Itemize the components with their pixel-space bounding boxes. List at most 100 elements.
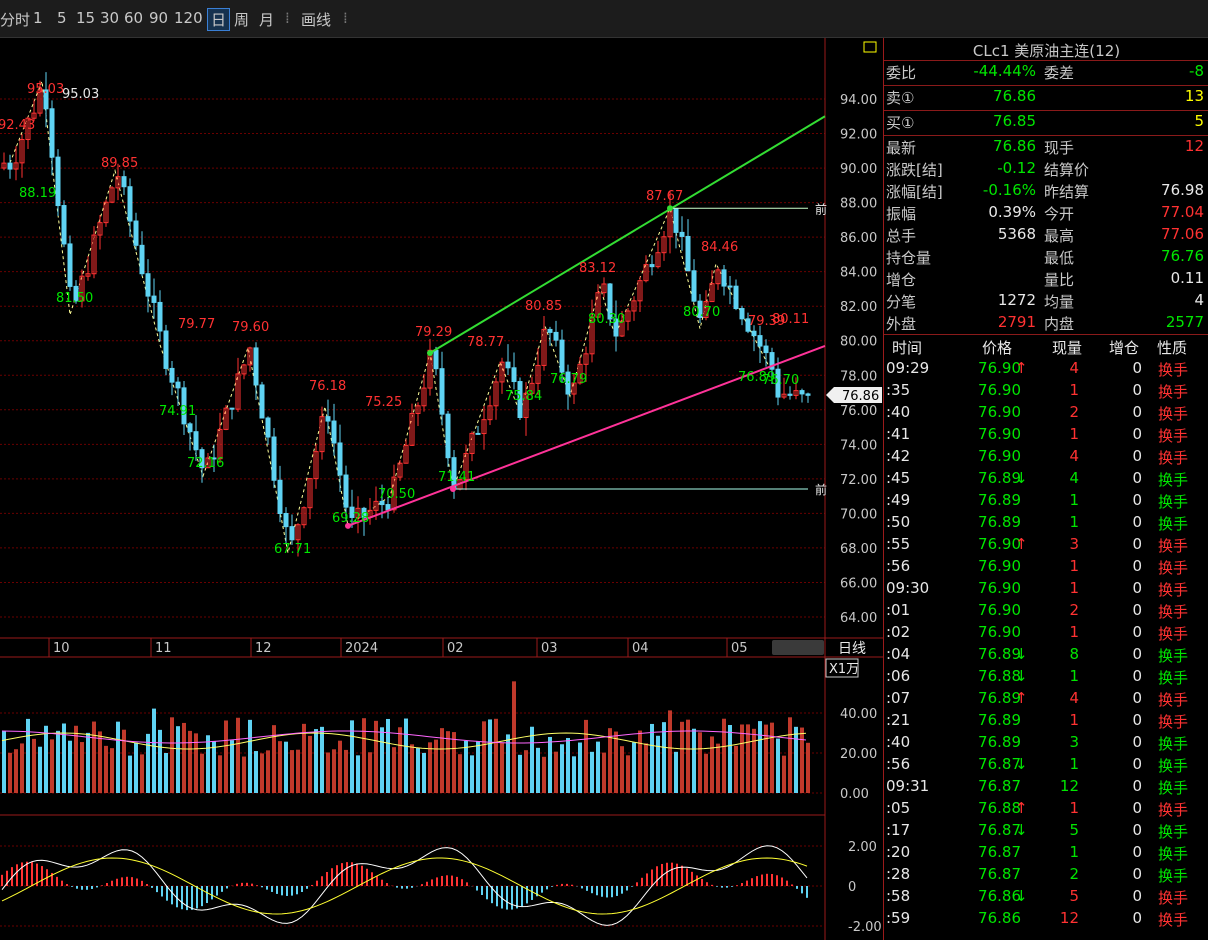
candle-body[interactable] — [265, 417, 271, 438]
panel-toggle-icon[interactable] — [863, 41, 877, 53]
chart-scrollbar-thumb[interactable] — [772, 640, 824, 655]
quote-field-value: 12 — [1184, 137, 1204, 155]
candle-body[interactable] — [157, 301, 163, 332]
quote-field-label: 委比 — [886, 64, 917, 82]
candle-body[interactable] — [739, 308, 745, 320]
trades-column-header[interactable]: 性质 — [1157, 337, 1187, 358]
quote-field-value: -44.44% — [973, 62, 1036, 80]
candle-body[interactable] — [343, 474, 349, 508]
candle-body[interactable] — [337, 442, 343, 476]
candle-body[interactable] — [547, 328, 553, 333]
period-5-button[interactable]: 60 — [124, 9, 143, 27]
trade-kind: 换手 — [1158, 449, 1189, 467]
candle-body[interactable] — [175, 381, 181, 389]
candle-body[interactable] — [145, 273, 151, 297]
candle-body[interactable] — [121, 176, 127, 188]
trades-column-header[interactable]: 增仓 — [1109, 337, 1139, 358]
candle-body[interactable] — [757, 335, 763, 347]
candle-body[interactable] — [187, 423, 193, 433]
candle-body[interactable] — [685, 235, 691, 272]
quote-field-value: 2791 — [997, 313, 1036, 331]
draw-line-button[interactable]: 画线 — [301, 9, 331, 30]
trend-anchor-dot[interactable] — [667, 205, 673, 212]
quote-row: 增仓 量比 0.11 — [884, 268, 1208, 290]
candle-body[interactable] — [505, 361, 511, 369]
candle-body[interactable] — [799, 390, 805, 395]
candle-body[interactable] — [673, 208, 679, 233]
candle-body[interactable] — [433, 349, 439, 370]
candle-body[interactable] — [691, 270, 697, 302]
period-3-button[interactable]: 15 — [76, 9, 95, 27]
trade-time: :28 — [886, 865, 911, 883]
trade-open-interest: 0 — [1132, 469, 1142, 487]
candle-body[interactable] — [169, 367, 175, 383]
quote-field-label: 结算价 — [1044, 161, 1090, 179]
trend-anchor-dot[interactable] — [450, 486, 456, 493]
volume-bar — [86, 732, 90, 793]
period-2-button[interactable]: 5 — [57, 9, 67, 27]
candle-body[interactable] — [553, 331, 559, 341]
trade-row: :56 76.90 1 0 换手 — [884, 556, 1208, 578]
trade-kind: 换手 — [1158, 625, 1189, 643]
candle-body[interactable] — [133, 220, 139, 246]
candle-body[interactable] — [511, 367, 517, 383]
candle-body[interactable] — [253, 347, 259, 386]
candle-body[interactable] — [763, 345, 769, 354]
period-6-button[interactable]: 90 — [149, 9, 168, 27]
candle-body[interactable] — [67, 243, 73, 287]
candle-body[interactable] — [127, 186, 133, 222]
candle-body[interactable] — [475, 432, 481, 435]
candle-body[interactable] — [733, 285, 739, 310]
volume-bar — [224, 720, 228, 793]
candle-body[interactable] — [679, 231, 685, 237]
candle-body[interactable] — [289, 526, 295, 541]
volume-bar — [356, 755, 360, 793]
candle-body[interactable] — [721, 269, 727, 287]
candle-body[interactable] — [139, 244, 145, 275]
period-9-button[interactable]: 周 — [234, 9, 249, 30]
period-7-button[interactable]: 120 — [174, 9, 203, 27]
candle-body[interactable] — [151, 295, 157, 303]
candle-body[interactable] — [325, 416, 331, 422]
candle-body[interactable] — [331, 420, 337, 444]
candle-body[interactable] — [751, 330, 757, 337]
candle-body[interactable] — [163, 330, 169, 369]
toolbar-separator: ⁞ — [343, 9, 348, 27]
trend-anchor-dot[interactable] — [427, 349, 433, 356]
trades-column-header[interactable]: 时间 — [892, 337, 922, 358]
trade-time: :17 — [886, 821, 911, 839]
period-10-button[interactable]: 月 — [259, 9, 274, 30]
period-1-button[interactable]: 1 — [33, 9, 43, 27]
candle-body[interactable] — [7, 162, 13, 170]
price-annotation: 83.12 — [579, 261, 616, 276]
volume-bar — [536, 747, 540, 793]
volume-bar — [248, 719, 252, 793]
trade-volume: 2 — [1069, 865, 1079, 883]
candle-body[interactable] — [55, 156, 61, 207]
period-8-button[interactable]: 日 — [207, 8, 231, 31]
candle-body[interactable] — [283, 512, 289, 528]
candle-body[interactable] — [277, 479, 283, 514]
trade-open-interest: 0 — [1132, 535, 1142, 553]
candle-body[interactable] — [727, 285, 733, 288]
candle-body[interactable] — [259, 384, 265, 419]
trade-kind: 换手 — [1158, 779, 1189, 797]
candle-body[interactable] — [49, 108, 55, 158]
trades-column-header[interactable]: 价格 — [982, 337, 1012, 358]
candle-body[interactable] — [445, 413, 451, 459]
period-0-button[interactable]: 分时 — [0, 9, 30, 30]
candle-body[interactable] — [61, 205, 67, 245]
candle-body[interactable] — [787, 393, 793, 396]
candle-body[interactable] — [805, 393, 811, 396]
candle-body[interactable] — [649, 264, 655, 268]
candle-body[interactable] — [439, 368, 445, 415]
candle-body[interactable] — [193, 431, 199, 451]
trades-column-header[interactable]: 现量 — [1052, 337, 1082, 358]
trade-kind: 换手 — [1158, 823, 1189, 841]
period-4-button[interactable]: 30 — [100, 9, 119, 27]
candle-body[interactable] — [271, 436, 277, 481]
candle-body[interactable] — [229, 407, 235, 410]
kline-chart[interactable]: 94.00 92.00 90.00 88.00 86.00 84.00 82.00 80.00… — [0, 38, 883, 940]
candle-body[interactable] — [559, 339, 565, 373]
candle-body[interactable] — [385, 504, 391, 511]
